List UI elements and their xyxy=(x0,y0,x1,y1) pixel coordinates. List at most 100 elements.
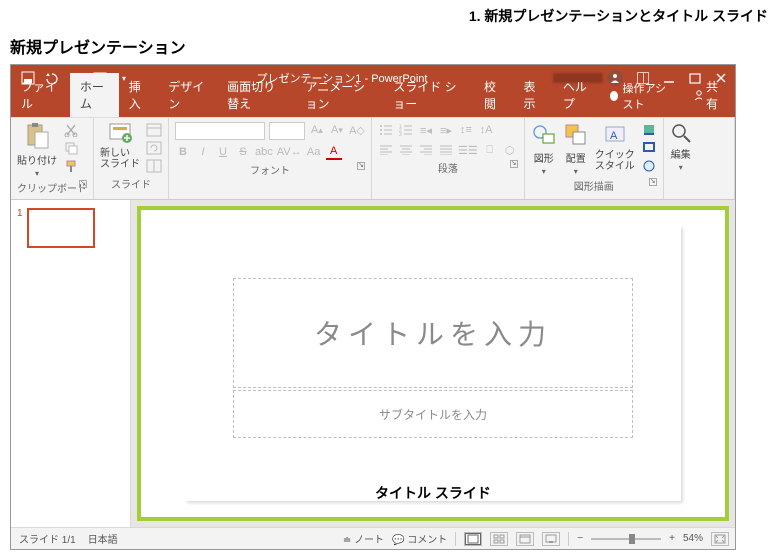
text-direction-icon[interactable]: ↕A xyxy=(478,122,494,138)
underline-button[interactable]: U xyxy=(215,144,231,160)
decrease-indent-icon[interactable]: ≡◂ xyxy=(418,122,434,138)
new-slide-label: 新しい スライド xyxy=(100,148,140,170)
svg-text:3: 3 xyxy=(399,132,402,136)
font-size-combo[interactable] xyxy=(269,122,305,140)
clear-format-icon[interactable]: A◇ xyxy=(349,122,365,138)
section-number: 1. 新規プレゼンテーションとタイトル スライド xyxy=(10,6,770,26)
bullets-icon[interactable] xyxy=(378,122,394,138)
increase-indent-icon[interactable]: ≡▸ xyxy=(438,122,454,138)
shape-effects-icon[interactable] xyxy=(641,158,657,174)
group-slides: 新しい スライド スライド xyxy=(94,118,169,199)
slide-layout-icon[interactable] xyxy=(146,122,162,138)
zoom-level[interactable]: 54% xyxy=(683,533,703,544)
normal-view-icon[interactable] xyxy=(464,532,482,546)
arrange-button[interactable]: 配置▾ xyxy=(563,122,589,176)
notes-button[interactable]: ≐ ノート xyxy=(343,531,384,546)
slide-reset-icon[interactable] xyxy=(146,140,162,156)
group-drawing: 図形▾ 配置▾ A クイック スタイル xyxy=(525,118,664,199)
tab-home[interactable]: ホーム xyxy=(70,73,119,117)
quickstyle-button[interactable]: A クイック スタイル xyxy=(595,122,635,172)
bold-button[interactable]: B xyxy=(175,144,191,160)
slideshow-view-icon[interactable] xyxy=(542,532,560,546)
align-right-icon[interactable] xyxy=(418,142,434,158)
drawing-group-label: 図形描画↘ xyxy=(531,176,657,195)
tell-me-label: 操作アシスト xyxy=(622,80,674,112)
tab-review[interactable]: 校閲 xyxy=(474,73,513,117)
comments-button[interactable]: 💬 コメント xyxy=(392,531,447,546)
align-left-icon[interactable] xyxy=(378,142,394,158)
language-indicator[interactable]: 日本語 xyxy=(88,531,118,546)
tab-transition[interactable]: 画面切り替え xyxy=(217,73,295,117)
arrange-label: 配置 xyxy=(566,150,586,165)
subtitle-placeholder[interactable]: サブタイトルを入力 xyxy=(233,390,633,438)
shadow-button[interactable]: abc xyxy=(255,144,273,160)
zoom-in-button[interactable]: + xyxy=(669,533,675,544)
tab-design[interactable]: デザイン xyxy=(158,73,217,117)
dialog-launcher-icon[interactable]: ↘ xyxy=(510,160,518,168)
tab-animation[interactable]: アニメーション xyxy=(296,73,384,117)
shape-fill-icon[interactable] xyxy=(641,122,657,138)
dialog-launcher-icon[interactable]: ↘ xyxy=(357,162,365,170)
shapes-button[interactable]: 図形▾ xyxy=(531,122,557,176)
title-placeholder[interactable]: タイトルを入力 xyxy=(233,278,633,388)
slide-canvas: タイトルを入力 サブタイトルを入力 タイトル スライド xyxy=(131,200,735,527)
line-spacing-icon[interactable]: ↕≡ xyxy=(458,122,474,138)
change-case-button[interactable]: Aa xyxy=(306,144,322,160)
format-painter-icon[interactable] xyxy=(63,158,79,174)
paste-label: 貼り付け xyxy=(17,152,57,167)
numbering-icon[interactable]: 123 xyxy=(398,122,414,138)
slide-section-icon[interactable] xyxy=(146,158,162,174)
editing-label: 編集 xyxy=(671,146,691,161)
editing-button[interactable]: 編集▾ xyxy=(670,122,692,172)
zoom-out-button[interactable]: − xyxy=(577,533,583,544)
share-button[interactable]: 共有 xyxy=(683,78,735,117)
copy-icon[interactable] xyxy=(63,140,79,156)
increase-font-icon[interactable]: A▴ xyxy=(309,122,325,138)
align-center-icon[interactable] xyxy=(398,142,414,158)
slide-thumbnail-1[interactable]: 1 xyxy=(17,208,124,248)
font-family-combo[interactable] xyxy=(175,122,265,140)
group-paragraph: 123 ≡◂ ≡▸ ↕≡ ↕A ☰☰ ⎕ ⬡ xyxy=(372,118,525,199)
find-icon xyxy=(670,122,692,144)
decrease-font-icon[interactable]: A▾ xyxy=(329,122,345,138)
align-text-icon[interactable]: ⎕ xyxy=(482,142,498,158)
tell-me-box[interactable]: 操作アシスト xyxy=(602,80,682,117)
workspace: 1 タイトルを入力 サブタイトルを入力 タイトル スライド xyxy=(11,199,735,527)
tab-view[interactable]: 表示 xyxy=(513,73,552,117)
shape-outline-icon[interactable] xyxy=(641,140,657,156)
group-font: A▴ A▾ A◇ B I U S abc AV↔ Aa A xyxy=(169,118,372,199)
slides-group-label: スライド xyxy=(100,174,162,193)
italic-button[interactable]: I xyxy=(195,144,211,160)
char-spacing-button[interactable]: AV↔ xyxy=(277,144,302,160)
tab-insert[interactable]: 挿入 xyxy=(119,73,158,117)
tab-file[interactable]: ファイル xyxy=(11,73,70,117)
slide-position: スライド 1/1 xyxy=(19,531,76,546)
quickstyle-icon: A xyxy=(602,122,628,148)
slide[interactable]: タイトルを入力 サブタイトルを入力 xyxy=(185,226,681,501)
share-icon xyxy=(693,89,702,101)
clipboard-icon xyxy=(23,122,51,150)
smartart-icon[interactable]: ⬡ xyxy=(502,142,518,158)
strike-button[interactable]: S xyxy=(235,144,251,160)
slide-panel[interactable]: 1 xyxy=(11,200,131,527)
group-editing: 編集▾ xyxy=(664,118,735,199)
new-slide-button[interactable]: 新しい スライド xyxy=(100,122,140,170)
ribbon-display-icon[interactable] xyxy=(637,72,649,84)
sorter-view-icon[interactable] xyxy=(490,532,508,546)
lightbulb-icon xyxy=(610,91,618,101)
group-clipboard: 貼り付け ▾ クリップボード↘ xyxy=(11,118,94,199)
new-slide-icon xyxy=(107,122,133,146)
reading-view-icon[interactable] xyxy=(516,532,534,546)
columns-icon[interactable]: ☰☰ xyxy=(458,142,478,158)
cut-icon[interactable] xyxy=(63,122,79,138)
paste-button[interactable]: 貼り付け ▾ xyxy=(17,122,57,178)
tab-slideshow[interactable]: スライド ショー xyxy=(383,73,474,117)
fit-to-window-icon[interactable] xyxy=(711,532,729,546)
zoom-slider[interactable] xyxy=(591,538,661,540)
dialog-launcher-icon[interactable]: ↘ xyxy=(79,180,87,188)
font-color-button[interactable]: A xyxy=(326,144,342,160)
font-group-label: フォント↘ xyxy=(175,160,365,179)
dialog-launcher-icon[interactable]: ↘ xyxy=(649,178,657,186)
justify-icon[interactable] xyxy=(438,142,454,158)
paragraph-group-label: 段落↘ xyxy=(378,158,518,177)
